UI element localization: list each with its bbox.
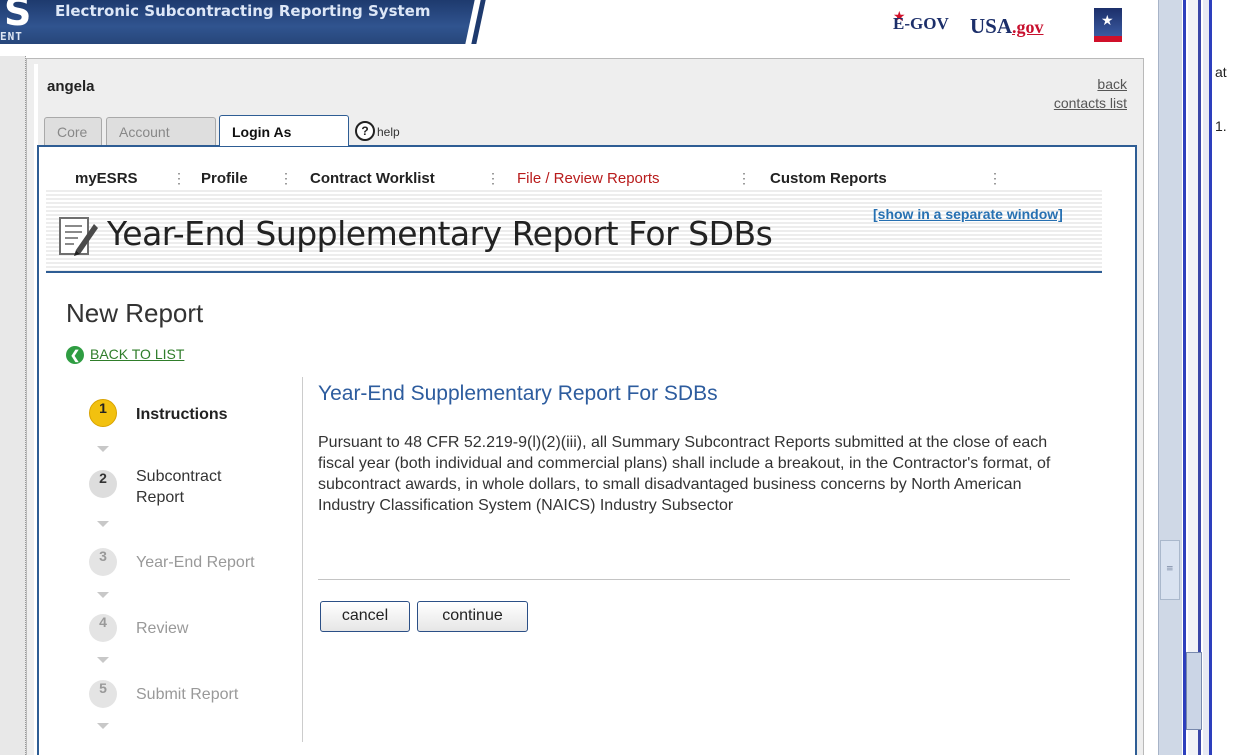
back-arrow-icon[interactable]: ❮: [66, 346, 84, 364]
edit-document-icon: [59, 217, 98, 256]
scrollbar-lower-block[interactable]: [1186, 652, 1202, 730]
left-edge-strip: [0, 56, 26, 755]
window-border: [1209, 0, 1212, 755]
step-number-1: 1: [89, 399, 117, 427]
step-number-3: 3: [89, 548, 117, 576]
step-label-subcontract: Subcontract Report: [136, 466, 221, 508]
background-text-fragment: at: [1215, 64, 1227, 80]
step-number-4: 4: [89, 614, 117, 642]
screen: S ENT Electronic Subcontracting Reportin…: [0, 0, 1235, 755]
step-arrow-icon: [97, 592, 109, 598]
contacts-list-link[interactable]: contacts list: [1054, 95, 1127, 111]
egov-logo[interactable]: E-GOV: [893, 14, 949, 34]
step-label-line: Subcontract: [136, 468, 222, 485]
continue-button[interactable]: continue: [417, 601, 528, 632]
window-border: [1188, 0, 1198, 755]
nav-separator: ⋮: [279, 170, 293, 186]
back-link[interactable]: back: [1097, 76, 1127, 92]
nav-separator: ⋮: [988, 170, 1002, 186]
tab-core[interactable]: Core: [44, 117, 102, 145]
scrollbar-grip-icon: ≡: [1166, 564, 1174, 574]
step-label-line: Report: [136, 489, 185, 506]
step-label-year-end: Year-End Report: [136, 554, 255, 571]
user-name: angela: [47, 78, 95, 95]
step-arrow-icon: [97, 446, 109, 452]
usagov-suffix: .gov: [1012, 17, 1044, 37]
cancel-button[interactable]: cancel: [320, 601, 410, 632]
nav-myesrs[interactable]: myESRS: [75, 170, 138, 187]
esrs-logo-fragment: S: [4, 0, 32, 34]
show-separate-window-link[interactable]: [show in a separate window]: [873, 206, 1063, 222]
back-to-list-link[interactable]: BACK TO LIST: [90, 346, 184, 362]
banner-title: Electronic Subcontracting Reporting Syst…: [55, 2, 431, 20]
help-icon[interactable]: ?: [355, 121, 375, 141]
step-number-5: 5: [89, 680, 117, 708]
nav-separator: ⋮: [486, 170, 500, 186]
nav-profile[interactable]: Profile: [201, 170, 248, 187]
step-label-submit: Submit Report: [136, 686, 239, 703]
seal-star-icon: ★: [1101, 12, 1114, 28]
step-number-2: 2: [89, 470, 117, 498]
nav-custom-reports[interactable]: Custom Reports: [770, 170, 887, 187]
vertical-divider: [302, 377, 303, 742]
step-arrow-icon: [97, 723, 109, 729]
tab-login-as[interactable]: Login As: [219, 115, 349, 146]
step-arrow-icon: [97, 521, 109, 527]
tab-account[interactable]: Account: [106, 117, 216, 145]
page-title: Year-End Supplementary Report For SDBs: [107, 214, 773, 253]
instructions-text: Pursuant to 48 CFR 52.219-9(l)(2)(iii), …: [318, 434, 1051, 514]
section-title: Year-End Supplementary Report For SDBs: [318, 382, 718, 405]
step-label-review: Review: [136, 620, 189, 637]
window-border: [1183, 0, 1186, 755]
nav-separator: ⋮: [737, 170, 751, 186]
window-border: [1198, 0, 1201, 755]
usagov-main: USA: [970, 14, 1013, 38]
usagov-logo[interactable]: USA.gov: [970, 14, 1044, 39]
step-arrow-icon: [97, 657, 109, 663]
nav-separator: ⋮: [172, 170, 186, 186]
background-text-fragment: 1.: [1215, 118, 1227, 134]
scrollbar-track[interactable]: [1158, 0, 1182, 755]
help-link[interactable]: help: [377, 125, 400, 139]
banner-ent-fragment: ENT: [0, 30, 23, 43]
step-label-instructions: Instructions: [136, 406, 228, 423]
divider: [318, 579, 1070, 580]
nav-contract-worklist[interactable]: Contract Worklist: [310, 170, 435, 187]
new-report-heading: New Report: [66, 298, 204, 328]
site-banner: S ENT Electronic Subcontracting Reportin…: [0, 0, 1158, 56]
nav-file-review-reports[interactable]: File / Review Reports: [517, 170, 660, 187]
